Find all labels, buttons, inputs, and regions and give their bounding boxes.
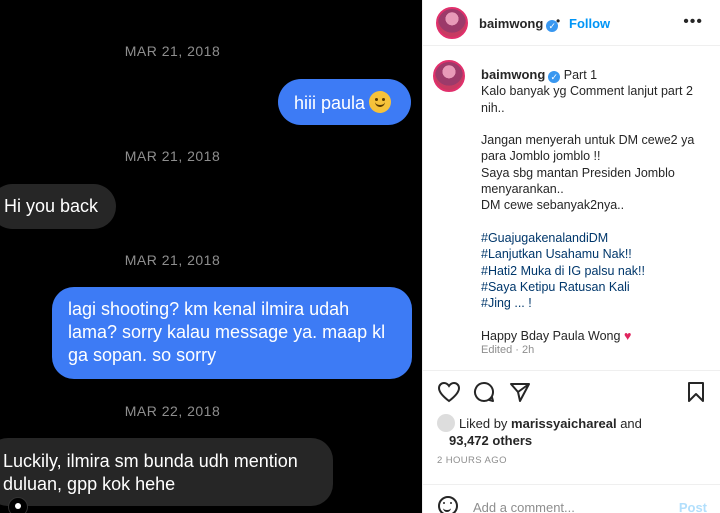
- like-heart-icon[interactable]: [437, 381, 461, 403]
- message-timestamp: MAR 21, 2018: [124, 148, 221, 164]
- caption-text: Kalo banyak yg Comment lanjut part 2 nih…: [481, 84, 693, 115]
- hashtag-link[interactable]: #Lanjutkan Usahamu Nak!!: [481, 246, 713, 262]
- edited-timestamp: Edited · 2h: [481, 344, 535, 356]
- caption-text: Part 1: [563, 68, 598, 82]
- more-options-icon[interactable]: •••: [683, 13, 703, 31]
- liker-username-link[interactable]: marissyaichareal: [511, 416, 617, 431]
- username-link[interactable]: baimwong ✓: [479, 16, 559, 32]
- post-actions: [423, 370, 720, 410]
- likes-summary: Liked by marissyaichareal and 93,472 oth…: [437, 414, 642, 449]
- post-comment-button[interactable]: Post: [679, 500, 707, 513]
- save-bookmark-icon[interactable]: [687, 381, 705, 403]
- message-bubble-sent: lagi shooting? km kenal ilmira udah lama…: [52, 287, 412, 379]
- comment-input[interactable]: Add a comment...: [473, 500, 575, 513]
- follow-button[interactable]: Follow: [569, 16, 610, 31]
- verified-badge-icon: ✓: [548, 71, 561, 83]
- caption-text: Happy Bday Paula Wong: [481, 328, 621, 343]
- caption-text: Jangan menyerah untuk DM cewe2 ya para J…: [481, 133, 695, 164]
- caption-blank: [481, 214, 713, 230]
- message-bubble-received: Luckily, ilmira sm bunda udh mention dul…: [0, 438, 333, 506]
- emoji-picker-icon[interactable]: [438, 496, 458, 513]
- post-caption: baimwong ✓ Part 1 Kalo banyak yg Comment …: [481, 67, 713, 344]
- post-media-image[interactable]: MAR 21, 2018 hiii paula MAR 21, 2018 Hi …: [0, 0, 422, 513]
- likes-count-link[interactable]: 93,472 others: [449, 433, 532, 448]
- smiling-face-icon: [369, 91, 392, 113]
- message-bubble-received: Hi you back: [0, 184, 116, 229]
- share-icon[interactable]: [509, 381, 531, 403]
- message-timestamp: MAR 22, 2018: [124, 403, 221, 419]
- post-header: baimwong ✓ • Follow •••: [423, 0, 720, 46]
- caption-username-link[interactable]: baimwong ✓: [481, 67, 561, 83]
- hashtag-link[interactable]: #GuajugakenalandiDM: [481, 230, 713, 246]
- caption-text: Saya sbg mantan Presiden Jomblo menyaran…: [481, 165, 675, 197]
- avatar[interactable]: [436, 7, 468, 39]
- liker-avatar[interactable]: [437, 414, 455, 432]
- caption-blank: [481, 311, 713, 327]
- comment-icon[interactable]: [473, 381, 495, 403]
- hashtag-link[interactable]: #Jing ... !: [481, 295, 713, 311]
- hashtag-link[interactable]: #Saya Ketipu Ratusan Kali: [481, 279, 713, 295]
- tagged-user-icon[interactable]: [8, 497, 28, 513]
- post-side-panel: baimwong ✓ • Follow ••• baimwong ✓ Part 1 …: [422, 0, 720, 513]
- avatar[interactable]: [433, 60, 465, 92]
- caption-blank: [481, 116, 713, 132]
- message-text: hiii paula: [294, 93, 366, 113]
- hashtag-link[interactable]: #Hati2 Muka di IG palsu nak!!: [481, 263, 713, 279]
- post-time-ago[interactable]: 2 HOURS AGO: [437, 455, 507, 466]
- caption-text: DM cewe sebanyak2nya..: [481, 198, 625, 213]
- comment-bar: Add a comment... Post: [423, 484, 720, 513]
- separator-dot: •: [556, 14, 561, 28]
- message-timestamp: MAR 21, 2018: [124, 43, 221, 59]
- heart-emoji-icon: ♥: [623, 328, 632, 343]
- message-timestamp: MAR 21, 2018: [124, 252, 221, 268]
- message-bubble-sent: hiii paula: [278, 79, 411, 125]
